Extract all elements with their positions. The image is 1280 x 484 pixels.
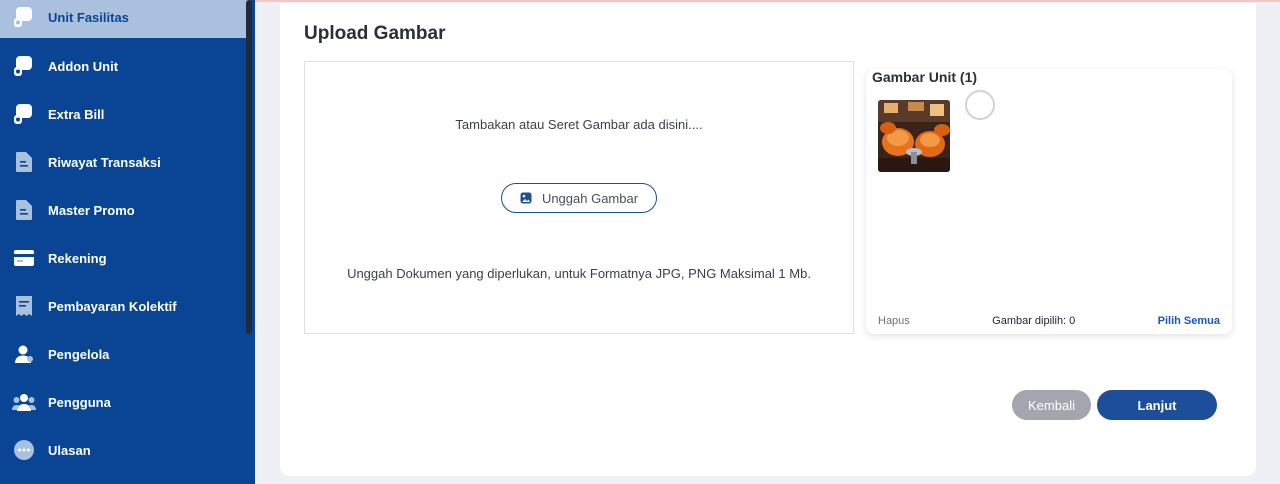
document-icon — [12, 198, 36, 222]
page-title: Upload Gambar — [304, 23, 446, 44]
sidebar-item-extra-bill[interactable]: Extra Bill — [0, 93, 250, 135]
users-icon — [12, 390, 36, 414]
sidebar-item-label: Master Promo — [48, 202, 135, 218]
sidebar-item-ulasan[interactable]: Ulasan — [0, 429, 250, 471]
image-icon — [520, 192, 532, 204]
image-gallery: Gambar Unit (1) Hapus Gambar dipilih: 0 … — [866, 69, 1232, 334]
sidebar-item-riwayat-transaksi[interactable]: Riwayat Transaksi — [0, 141, 250, 183]
sidebar-item-label: Addon Unit — [48, 58, 119, 74]
sidebar-item-label: Unit Fasilitas — [48, 9, 129, 25]
sidebar-item-pembayaran-kolektif[interactable]: Pembayaran Kolektif — [0, 285, 250, 327]
delete-button[interactable]: Hapus — [878, 315, 910, 327]
building-icon — [12, 5, 36, 29]
sidebar: Unit Fasilitas Addon Unit Extra Bill Riw… — [0, 0, 255, 484]
sidebar-item-label: Riwayat Transaksi — [48, 154, 161, 170]
sidebar-item-unit-fasilitas[interactable]: Unit Fasilitas — [0, 0, 250, 38]
sidebar-item-addon-unit[interactable]: Addon Unit — [0, 45, 250, 87]
image-dropzone[interactable]: Tambakan atau Seret Gambar ada disini...… — [304, 61, 854, 334]
upload-card: Upload Gambar Tambakan atau Seret Gambar… — [280, 3, 1256, 476]
dropzone-note: Unggah Dokumen yang diperlukan, untuk Fo… — [347, 266, 811, 281]
gallery-title: Gambar Unit (1) — [872, 69, 978, 85]
image-select-checkbox[interactable] — [965, 90, 995, 120]
sidebar-item-label: Ulasan — [48, 442, 91, 458]
upload-image-label: Unggah Gambar — [541, 190, 639, 206]
building-icon — [12, 102, 36, 126]
sidebar-item-pengelola[interactable]: Pengelola — [0, 333, 250, 375]
back-button[interactable]: Kembali — [1012, 390, 1091, 420]
sidebar-item-pengguna[interactable]: Pengguna — [0, 381, 250, 423]
sidebar-item-label: Pengelola — [48, 346, 110, 362]
sidebar-scrollbar[interactable] — [246, 0, 252, 334]
dropzone-hint: Tambakan atau Seret Gambar ada disini...… — [455, 117, 703, 132]
top-divider — [255, 0, 1280, 2]
sidebar-item-label: Extra Bill — [48, 106, 105, 122]
select-all-button[interactable]: Pilih Semua — [1158, 315, 1220, 327]
unit-image-thumbnail[interactable] — [878, 100, 950, 172]
building-icon — [12, 54, 36, 78]
gallery-footer: Hapus Gambar dipilih: 0 Pilih Semua — [878, 315, 1220, 327]
user-icon — [12, 342, 36, 366]
card-icon — [12, 246, 36, 270]
sidebar-item-rekening[interactable]: Rekening — [0, 237, 250, 279]
next-button[interactable]: Lanjut — [1097, 390, 1217, 420]
selected-count: Gambar dipilih: 0 — [992, 315, 1076, 327]
document-icon — [12, 150, 36, 174]
sidebar-item-label: Rekening — [48, 250, 107, 266]
sidebar-item-label: Pengguna — [48, 394, 111, 410]
receipt-icon — [12, 294, 36, 318]
chat-icon — [12, 438, 36, 462]
sidebar-item-label: Pembayaran Kolektif — [48, 298, 177, 314]
sidebar-item-master-promo[interactable]: Master Promo — [0, 189, 250, 231]
upload-image-button[interactable]: Unggah Gambar — [501, 183, 657, 213]
